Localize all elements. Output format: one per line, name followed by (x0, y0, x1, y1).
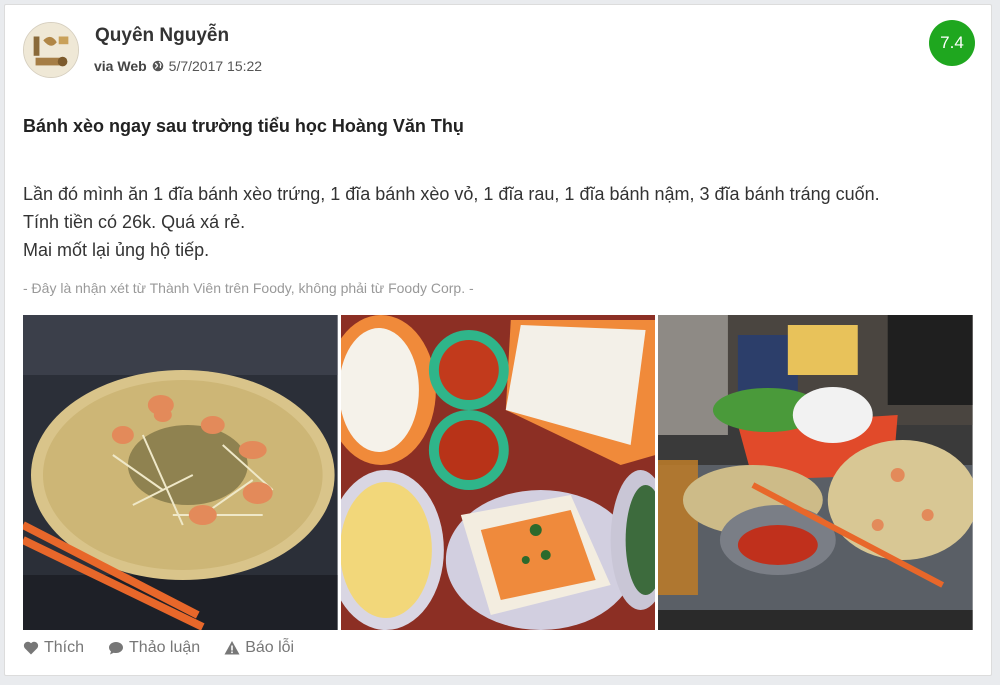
photo-street-stall[interactable] (658, 315, 973, 630)
review-body-line: Tính tiền có 26k. Quá xá rẻ. (23, 212, 246, 232)
warning-icon (224, 641, 240, 655)
review-title[interactable]: Bánh xèo ngay sau trường tiểu học Hoàng … (23, 116, 464, 137)
globe-icon (152, 60, 163, 72)
avatar[interactable] (23, 22, 79, 78)
report-label: Báo lỗi (245, 639, 295, 656)
user-name[interactable]: Quyên Nguyễn (95, 25, 229, 47)
timestamp: 5/7/2017 15:22 (168, 58, 263, 74)
photo-street-stall-image (658, 315, 973, 630)
photo-gallery (23, 315, 973, 630)
disclaimer: - Đây là nhận xét từ Thành Viên trên Foo… (23, 280, 474, 296)
report-button[interactable]: Báo lỗi (224, 639, 294, 657)
action-bar: Thích Thảo luận Báo lỗi (23, 639, 294, 657)
photo-banh-xeo[interactable] (23, 315, 338, 630)
like-button[interactable]: Thích (23, 639, 84, 657)
comment-icon (109, 642, 124, 655)
like-label: Thích (44, 639, 85, 656)
review-body-line: Mai mốt lại ủng hộ tiếp. (23, 240, 210, 260)
review-card: Quyên Nguyễn via Web 5/7/2017 15:22 7.4 … (4, 4, 992, 676)
heart-icon (23, 641, 39, 655)
review-body: Lần đó mình ăn 1 đĩa bánh xèo trứng, 1 đ… (23, 180, 983, 264)
source-label: via Web (94, 58, 147, 74)
discuss-button[interactable]: Thảo luận (108, 639, 200, 657)
photo-table-dishes-image (340, 315, 656, 630)
avatar-image (24, 23, 78, 77)
discuss-label: Thảo luận (129, 639, 201, 656)
review-meta: via Web 5/7/2017 15:22 (94, 58, 262, 74)
photo-table-dishes[interactable] (340, 315, 656, 630)
review-body-line: Lần đó mình ăn 1 đĩa bánh xèo trứng, 1 đ… (23, 184, 880, 204)
score-badge: 7.4 (929, 20, 975, 66)
photo-banh-xeo-image (23, 315, 338, 630)
